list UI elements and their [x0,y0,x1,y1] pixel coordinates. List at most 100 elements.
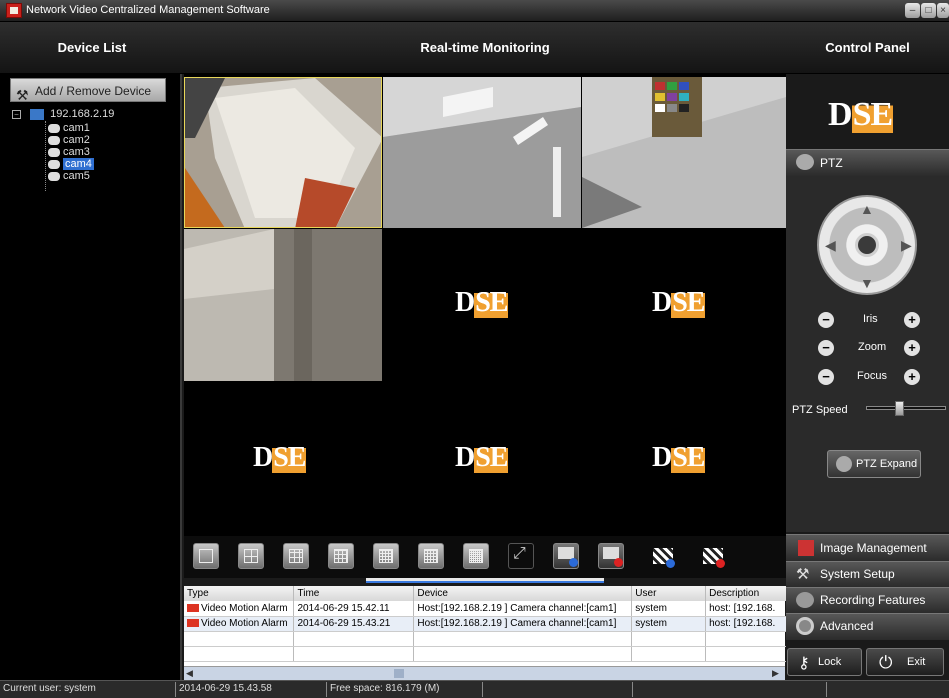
tree-host[interactable]: − 192.168.2.19 [12,108,114,120]
recording-icon [796,592,814,608]
app-icon [6,3,22,18]
dse-logo: DSE [455,287,508,318]
zoom-minus-button[interactable]: − [818,340,834,356]
stop-all-preview-button[interactable] [598,543,624,569]
fullscreen-button[interactable]: ⤢ [508,543,534,569]
image-management-label: Image Management [820,541,927,555]
alarm-icon [187,619,199,628]
minimize-button[interactable]: – [905,3,920,18]
video-tile-1[interactable] [184,77,382,228]
layout-25-icon [379,549,393,563]
stop-recording-button[interactable] [700,543,726,569]
focus-label: Focus [857,370,887,382]
dse-logo: DSE [455,442,508,473]
dse-logo: DSE [652,442,705,473]
start-recording-button[interactable] [650,543,676,569]
play-badge-icon [569,558,578,567]
lock-label: Lock [818,656,842,668]
ptz-expand-label: PTZ Expand [856,458,918,470]
col-time[interactable]: Time [293,586,415,601]
collapse-icon[interactable]: − [12,109,21,119]
table-row[interactable]: Video Motion Alarm 2014-06-29 15.43.21 H… [184,616,804,632]
tree-item-cam5[interactable]: cam5 [48,170,114,182]
scroll-right-icon[interactable]: ▶ [772,668,779,679]
system-setup-tab[interactable]: ⚒ System Setup [786,561,949,587]
layout-9-button[interactable] [283,543,309,569]
ptz-stop-button[interactable] [855,233,879,257]
maximize-button[interactable]: □ [921,3,936,18]
tree-item-cam3[interactable]: cam3 [48,146,114,158]
layout-4-button[interactable] [238,543,264,569]
ptz-tab-label: PTZ [820,156,843,170]
server-icon [30,108,45,120]
video-tile-2[interactable] [383,77,581,228]
tools-icon: ⚒ [796,566,810,583]
layout-36-button[interactable] [418,543,444,569]
system-setup-label: System Setup [820,567,895,581]
add-remove-device-button[interactable]: ⚒ Add / Remove Device [10,78,166,103]
fullscreen-icon: ⤢ [513,545,526,562]
horizontal-scrollbar[interactable]: ◀ ▶ [184,666,785,680]
video-tile-3[interactable] [582,77,786,228]
add-remove-label: Add / Remove Device [35,84,152,98]
ptz-tab[interactable]: PTZ [786,149,949,176]
gear-icon [796,617,814,635]
host-label: 192.168.2.19 [50,108,115,120]
ptz-direction-pad[interactable]: ▲ ▼ ◀ ▶ [817,195,917,295]
zoom-plus-button[interactable]: + [904,340,920,356]
ptz-down-icon[interactable]: ▼ [860,275,874,291]
ptz-expand-button[interactable]: PTZ Expand [827,450,921,478]
col-type[interactable]: Type [184,586,295,601]
close-button[interactable]: × [937,3,949,18]
ptz-up-icon[interactable]: ▲ [860,201,874,217]
tree-item-cam4[interactable]: cam4 [48,158,114,170]
splitter-handle[interactable] [366,578,604,583]
lock-button[interactable]: ⚷ Lock [787,648,862,676]
brand-logo: DSE [828,96,894,133]
ptz-left-icon[interactable]: ◀ [825,237,836,254]
image-management-tab[interactable]: Image Management [786,534,949,561]
layout-25-button[interactable] [373,543,399,569]
camera-label: cam2 [63,134,90,146]
play-badge-icon [666,559,675,568]
start-all-preview-button[interactable] [553,543,579,569]
dse-logo: DSE [253,442,306,473]
layout-9-icon [289,549,303,563]
focus-minus-button[interactable]: − [818,369,834,385]
layout-4-icon [244,549,258,563]
video-tile-4[interactable] [184,229,382,381]
table-row[interactable]: Video Motion Alarm 2014-06-29 15.42.11 H… [184,601,804,617]
advanced-tab[interactable]: Advanced [786,613,949,640]
camera-feed [383,77,581,228]
tree-item-cam2[interactable]: cam2 [48,134,114,146]
zoom-label: Zoom [858,341,887,353]
camera-icon [48,159,60,169]
ptz-right-icon[interactable]: ▶ [901,237,912,254]
ptz-speed-slider[interactable] [866,401,946,416]
col-device[interactable]: Device [413,586,633,601]
recording-features-tab[interactable]: Recording Features [786,587,949,613]
layout-1-icon [199,549,213,563]
log-device: Host:[192.168.2.19 ] Camera channel:[cam… [413,601,633,617]
layout-64-button[interactable] [463,543,489,569]
col-user[interactable]: User [631,586,707,601]
tree-item-cam1[interactable]: cam1 [48,122,114,134]
scroll-thumb[interactable] [394,669,404,678]
iris-plus-button[interactable]: + [904,312,920,328]
status-empty-3 [826,682,949,697]
scroll-left-icon[interactable]: ◀ [186,668,193,679]
layout-16-button[interactable] [328,543,354,569]
recording-features-label: Recording Features [820,593,926,607]
layout-1-button[interactable] [193,543,219,569]
camera-feed [184,229,382,381]
log-user: system [631,601,707,617]
exit-button[interactable]: ⏻ Exit [866,648,944,676]
iris-minus-button[interactable]: − [818,312,834,328]
ptz-speed-thumb[interactable] [895,401,904,416]
tree-line [45,121,46,191]
monitoring-header: Real-time Monitoring [184,22,786,74]
camera-icon [48,135,60,145]
log-type-cell: Video Motion Alarm [184,616,295,632]
focus-plus-button[interactable]: + [904,369,920,385]
camera-label: cam5 [63,170,90,182]
